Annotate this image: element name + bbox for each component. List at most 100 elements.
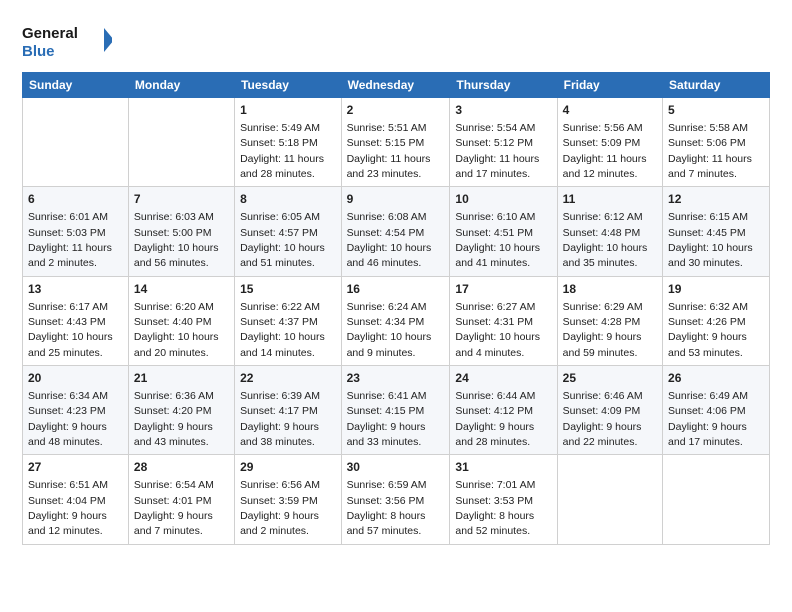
calendar-day-cell: 27Sunrise: 6:51 AM Sunset: 4:04 PM Dayli… [23,455,129,544]
calendar-day-cell: 19Sunrise: 6:32 AM Sunset: 4:26 PM Dayli… [663,276,770,365]
header-saturday: Saturday [663,73,770,98]
day-info: Sunrise: 6:03 AM Sunset: 5:00 PM Dayligh… [134,211,219,269]
day-info: Sunrise: 6:34 AM Sunset: 4:23 PM Dayligh… [28,390,108,448]
calendar-day-cell: 8 Sunrise: 6:05 AM Sunset: 4:57 PM Daylig… [235,187,341,276]
day-info: Sunrise: 6:10 AM Sunset: 4:51 PM Dayligh… [455,211,540,269]
day-number: 10 [455,191,551,208]
day-info: Sunrise: 6:08 AM Sunset: 4:54 PM Dayligh… [347,211,432,269]
calendar-day-cell: 6Sunrise: 6:01 AM Sunset: 5:03 PM Daylig… [23,187,129,276]
day-number: 13 [28,281,123,298]
day-number: 24 [455,370,551,387]
calendar-day-cell: 15 Sunrise: 6:22 AM Sunset: 4:37 PM Dayli… [235,276,341,365]
calendar-day-cell: 26Sunrise: 6:49 AM Sunset: 4:06 PM Dayli… [663,366,770,455]
calendar-day-cell: 1 Sunrise: 5:49 AM Sunset: 5:18 PM Daylig… [235,98,341,187]
calendar-day-cell [128,98,234,187]
day-info: Sunrise: 6:15 AM Sunset: 4:45 PM Dayligh… [668,211,753,269]
day-info: Sunrise: 6:24 AM Sunset: 4:34 PM Dayligh… [347,301,432,359]
calendar-day-cell [663,455,770,544]
day-number: 23 [347,370,445,387]
page: General Blue SundayMondayTuesdayWednesda… [0,0,792,612]
header: General Blue [22,18,770,62]
day-number: 31 [455,459,551,476]
logo: General Blue [22,18,112,62]
calendar-day-cell: 13 Sunrise: 6:17 AM Sunset: 4:43 PM Dayli… [23,276,129,365]
day-info: Sunrise: 5:56 AM Sunset: 5:09 PM Dayligh… [563,122,647,180]
day-info: Sunrise: 6:39 AM Sunset: 4:17 PM Dayligh… [240,390,320,448]
day-info: Sunrise: 7:01 AM Sunset: 3:53 PM Dayligh… [455,479,535,537]
day-number: 7 [134,191,229,208]
calendar-day-cell: 25 Sunrise: 6:46 AM Sunset: 4:09 PM Dayli… [557,366,662,455]
calendar-day-cell: 31 Sunrise: 7:01 AM Sunset: 3:53 PM Dayli… [450,455,557,544]
calendar-day-cell [557,455,662,544]
day-number: 6 [28,191,123,208]
header-sunday: Sunday [23,73,129,98]
day-info: Sunrise: 6:54 AM Sunset: 4:01 PM Dayligh… [134,479,214,537]
day-number: 17 [455,281,551,298]
day-number: 15 [240,281,335,298]
day-number: 5 [668,102,764,119]
day-info: Sunrise: 6:20 AM Sunset: 4:40 PM Dayligh… [134,301,219,359]
svg-text:General: General [22,25,78,42]
day-info: Sunrise: 6:59 AM Sunset: 3:56 PM Dayligh… [347,479,427,537]
calendar-header-row: SundayMondayTuesdayWednesdayThursdayFrid… [23,73,770,98]
day-info: Sunrise: 5:49 AM Sunset: 5:18 PM Dayligh… [240,122,324,180]
svg-text:Blue: Blue [22,43,55,60]
day-info: Sunrise: 6:36 AM Sunset: 4:20 PM Dayligh… [134,390,214,448]
calendar-day-cell: 22Sunrise: 6:39 AM Sunset: 4:17 PM Dayli… [235,366,341,455]
calendar-week-row: 27Sunrise: 6:51 AM Sunset: 4:04 PM Dayli… [23,455,770,544]
day-info: Sunrise: 6:17 AM Sunset: 4:43 PM Dayligh… [28,301,113,359]
header-tuesday: Tuesday [235,73,341,98]
calendar-day-cell: 5 Sunrise: 5:58 AM Sunset: 5:06 PM Daylig… [663,98,770,187]
day-info: Sunrise: 6:51 AM Sunset: 4:04 PM Dayligh… [28,479,108,537]
calendar-day-cell: 7 Sunrise: 6:03 AM Sunset: 5:00 PM Daylig… [128,187,234,276]
header-thursday: Thursday [450,73,557,98]
day-number: 12 [668,191,764,208]
day-number: 16 [347,281,445,298]
calendar-day-cell: 28Sunrise: 6:54 AM Sunset: 4:01 PM Dayli… [128,455,234,544]
day-info: Sunrise: 6:27 AM Sunset: 4:31 PM Dayligh… [455,301,540,359]
day-info: Sunrise: 6:56 AM Sunset: 3:59 PM Dayligh… [240,479,320,537]
calendar-week-row: 6Sunrise: 6:01 AM Sunset: 5:03 PM Daylig… [23,187,770,276]
calendar-day-cell: 14 Sunrise: 6:20 AM Sunset: 4:40 PM Dayli… [128,276,234,365]
day-number: 26 [668,370,764,387]
calendar-day-cell: 23 Sunrise: 6:41 AM Sunset: 4:15 PM Dayli… [341,366,450,455]
calendar-table: SundayMondayTuesdayWednesdayThursdayFrid… [22,72,770,545]
calendar-week-row: 20 Sunrise: 6:34 AM Sunset: 4:23 PM Dayli… [23,366,770,455]
header-monday: Monday [128,73,234,98]
calendar-week-row: 13 Sunrise: 6:17 AM Sunset: 4:43 PM Dayli… [23,276,770,365]
calendar-day-cell: 24 Sunrise: 6:44 AM Sunset: 4:12 PM Dayli… [450,366,557,455]
calendar-day-cell: 17 Sunrise: 6:27 AM Sunset: 4:31 PM Dayli… [450,276,557,365]
calendar-day-cell: 4Sunrise: 5:56 AM Sunset: 5:09 PM Daylig… [557,98,662,187]
calendar-day-cell: 9 Sunrise: 6:08 AM Sunset: 4:54 PM Daylig… [341,187,450,276]
day-info: Sunrise: 5:54 AM Sunset: 5:12 PM Dayligh… [455,122,539,180]
day-number: 2 [347,102,445,119]
day-number: 20 [28,370,123,387]
day-info: Sunrise: 6:29 AM Sunset: 4:28 PM Dayligh… [563,301,643,359]
calendar-day-cell: 16 Sunrise: 6:24 AM Sunset: 4:34 PM Dayli… [341,276,450,365]
calendar-day-cell: 3Sunrise: 5:54 AM Sunset: 5:12 PM Daylig… [450,98,557,187]
day-info: Sunrise: 5:58 AM Sunset: 5:06 PM Dayligh… [668,122,752,180]
day-number: 25 [563,370,657,387]
calendar-day-cell: 10 Sunrise: 6:10 AM Sunset: 4:51 PM Dayli… [450,187,557,276]
calendar-day-cell: 11Sunrise: 6:12 AM Sunset: 4:48 PM Dayli… [557,187,662,276]
calendar-day-cell: 21 Sunrise: 6:36 AM Sunset: 4:20 PM Dayli… [128,366,234,455]
day-info: Sunrise: 6:46 AM Sunset: 4:09 PM Dayligh… [563,390,643,448]
day-info: Sunrise: 6:44 AM Sunset: 4:12 PM Dayligh… [455,390,535,448]
day-number: 8 [240,191,335,208]
day-info: Sunrise: 6:41 AM Sunset: 4:15 PM Dayligh… [347,390,427,448]
day-number: 21 [134,370,229,387]
day-number: 1 [240,102,335,119]
calendar-week-row: 1 Sunrise: 5:49 AM Sunset: 5:18 PM Daylig… [23,98,770,187]
day-info: Sunrise: 5:51 AM Sunset: 5:15 PM Dayligh… [347,122,431,180]
calendar-day-cell: 29 Sunrise: 6:56 AM Sunset: 3:59 PM Dayli… [235,455,341,544]
header-friday: Friday [557,73,662,98]
calendar-day-cell: 2 Sunrise: 5:51 AM Sunset: 5:15 PM Daylig… [341,98,450,187]
calendar-day-cell: 12 Sunrise: 6:15 AM Sunset: 4:45 PM Dayli… [663,187,770,276]
calendar-day-cell: 30Sunrise: 6:59 AM Sunset: 3:56 PM Dayli… [341,455,450,544]
day-number: 29 [240,459,335,476]
day-number: 9 [347,191,445,208]
day-number: 14 [134,281,229,298]
day-info: Sunrise: 6:05 AM Sunset: 4:57 PM Dayligh… [240,211,325,269]
day-info: Sunrise: 6:22 AM Sunset: 4:37 PM Dayligh… [240,301,325,359]
day-number: 19 [668,281,764,298]
